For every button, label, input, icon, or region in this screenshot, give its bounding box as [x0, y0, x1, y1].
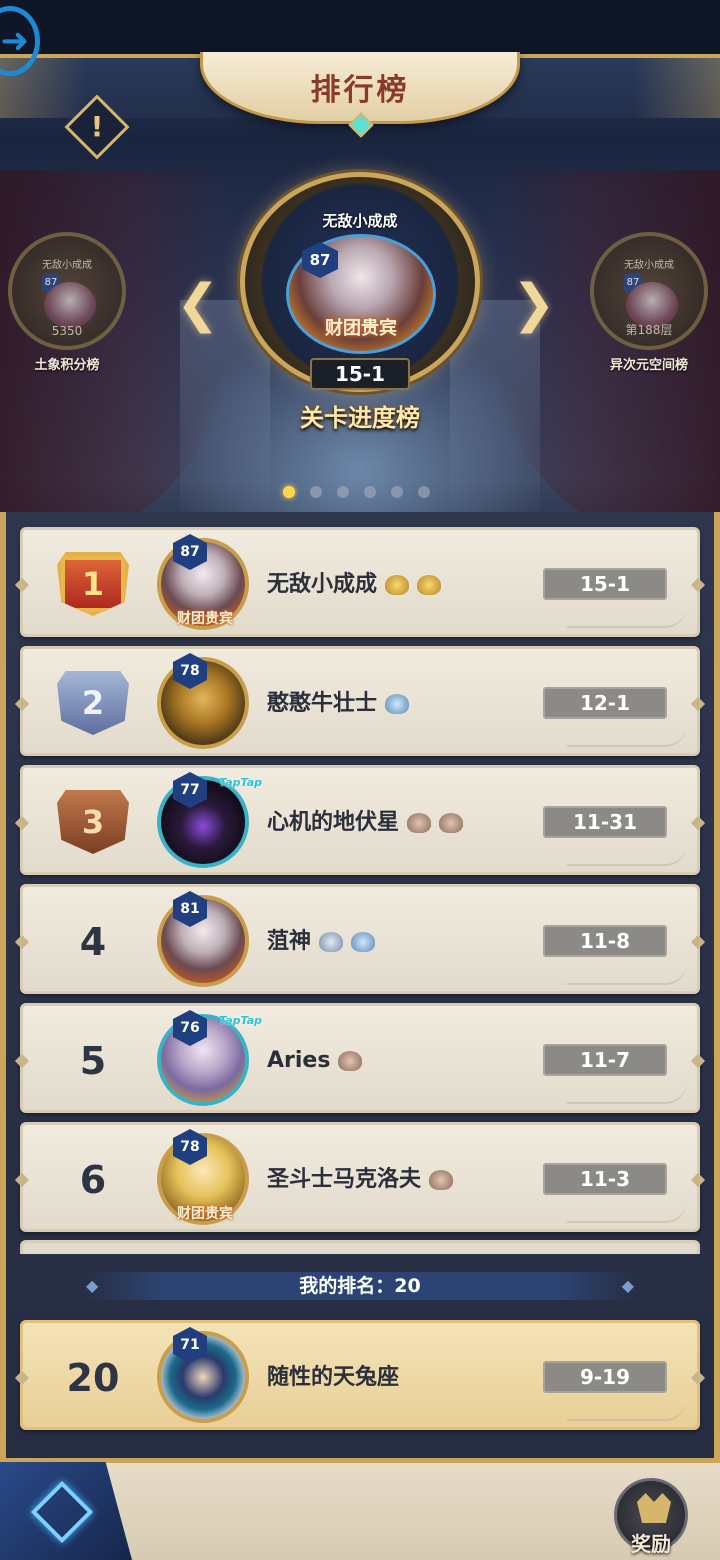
page-dot[interactable]: [337, 486, 349, 498]
main-board-player-name: 无敌小成成: [322, 212, 398, 230]
player-name: 圣斗士马克洛夫: [267, 1125, 454, 1235]
reward-label[interactable]: 奖励: [612, 1528, 690, 1557]
progress-score: 11-31: [543, 806, 667, 838]
rank-medal-icon: 1: [57, 552, 129, 616]
row-flourish: [567, 1082, 687, 1104]
progress-score: 15-1: [543, 568, 667, 600]
player-name: 随性的天兔座: [267, 1323, 399, 1433]
row-flourish: [567, 725, 687, 747]
progress-score: 11-7: [543, 1044, 667, 1076]
main-board-label: 关卡进度榜: [300, 404, 420, 432]
vip-badge: 财团贵宾: [177, 1206, 233, 1222]
exclamation-icon: !: [90, 110, 104, 143]
rank-number: 5: [79, 1039, 107, 1083]
board-value: 第188层: [625, 323, 673, 337]
ranking-row[interactable]: 6 78 财团贵宾 圣斗士马克洛夫 11-3: [20, 1122, 700, 1232]
carousel-page-dots: [283, 486, 430, 498]
row-flourish: [567, 1399, 687, 1421]
player-name-text: 心机的地伏星: [267, 810, 400, 835]
rank-emblem-icon: [407, 813, 432, 833]
rank-emblem-icon: [385, 694, 410, 714]
player-name-text: 随性的天兔座: [267, 1365, 400, 1390]
page-dot[interactable]: [364, 486, 376, 498]
status-bar: [0, 0, 720, 56]
player-name-text: 菹神: [267, 929, 312, 954]
row-flourish: [567, 1201, 687, 1223]
taptap-tag: TapTap: [219, 1014, 262, 1027]
page-dot[interactable]: [418, 486, 430, 498]
rank-emblem-icon: [439, 813, 464, 833]
board-player-avatar: [44, 282, 96, 328]
page-dot[interactable]: [283, 486, 295, 498]
next-row-peek: [20, 1240, 700, 1254]
ranking-row[interactable]: 5 76 TapTap Aries 11-7: [20, 1003, 700, 1113]
progress-score: 11-3: [543, 1163, 667, 1195]
progress-score: 9-19: [543, 1361, 667, 1393]
rank-number: 2: [81, 684, 105, 722]
rank-emblem-icon: [417, 575, 442, 595]
rank-number: 20: [66, 1356, 120, 1400]
row-flourish: [567, 844, 687, 866]
board-player-name: 无敌小成成: [624, 260, 674, 271]
rank-emblem-icon: [338, 1051, 363, 1071]
rank-emblem-icon: [385, 575, 410, 595]
board-card-main[interactable]: 无敌小成成 87 财团贵宾 15-1: [236, 172, 484, 402]
ranking-row[interactable]: 2 78 憨憨牛壮士 12-1: [20, 646, 700, 756]
board-ring: 无敌小成成 87 5350: [8, 232, 126, 350]
player-name-text: Aries: [267, 1048, 331, 1073]
next-board-arrow-icon[interactable]: ❯: [512, 274, 556, 334]
ranking-list[interactable]: 1 87 财团贵宾 无敌小成成 15-1 2 78 憨憨牛壮士 12-1 3 77 TapTap 心机的…: [0, 520, 720, 1252]
page-dot[interactable]: [391, 486, 403, 498]
board-card-right[interactable]: 无敌小成成 87 第188层 异次元空间榜: [590, 232, 708, 373]
prev-board-arrow-icon[interactable]: ❮: [176, 274, 220, 334]
player-name-text: 圣斗士马克洛夫: [267, 1167, 422, 1192]
page-dot[interactable]: [310, 486, 322, 498]
progress-score: 11-8: [543, 925, 667, 957]
crown-chest-icon: [637, 1493, 671, 1523]
ranking-row[interactable]: 3 77 TapTap 心机的地伏星 11-31: [20, 765, 700, 875]
rank-number: 6: [79, 1158, 107, 1202]
player-name: 心机的地伏星: [267, 768, 464, 878]
player-name: 菹神: [267, 887, 376, 997]
ranking-row[interactable]: 4 81 菹神 11-8: [20, 884, 700, 994]
rank-emblem-icon: [429, 1170, 454, 1190]
player-name-text: 憨憨牛壮士: [267, 691, 378, 716]
progress-score: 12-1: [543, 687, 667, 719]
main-board-value: 15-1: [310, 358, 410, 390]
rank-number: 1: [81, 565, 105, 603]
rank-number: 3: [81, 803, 105, 841]
player-name: 无敌小成成: [267, 530, 442, 640]
taptap-tag: TapTap: [219, 776, 262, 789]
rank-emblem-icon: [319, 932, 344, 952]
board-ring: 无敌小成成 87 第188层: [590, 232, 708, 350]
board-player-name: 无敌小成成: [42, 260, 92, 271]
vip-badge: 财团贵宾: [325, 318, 397, 339]
rank-medal-icon: 3: [57, 790, 129, 854]
rank-medal-icon: 2: [57, 671, 129, 735]
rank-emblem-icon: [351, 932, 376, 952]
player-name: 憨憨牛壮士: [267, 649, 410, 759]
rank-number: 4: [79, 920, 107, 964]
page-title: 排行榜: [310, 72, 410, 108]
my-rank-banner: 我的排名：20: [86, 1272, 634, 1300]
board-label: 异次元空间榜: [609, 358, 688, 373]
player-name: Aries: [267, 1006, 363, 1116]
diamond-emblem-icon: [30, 1480, 94, 1544]
board-value: 5350: [51, 324, 83, 338]
arrow-right-circle-icon: ➜: [0, 21, 30, 61]
row-flourish: [567, 606, 687, 628]
row-flourish: [567, 963, 687, 985]
player-name-text: 无敌小成成: [267, 572, 378, 597]
board-label: 土象积分榜: [34, 358, 100, 373]
board-card-left[interactable]: 无敌小成成 87 5350 土象积分榜: [8, 232, 126, 373]
vip-badge: 财团贵宾: [177, 611, 233, 627]
ranking-row[interactable]: 1 87 财团贵宾 无敌小成成 15-1: [20, 527, 700, 637]
my-rank-row[interactable]: 20 71 随性的天兔座 9-19: [20, 1320, 700, 1430]
